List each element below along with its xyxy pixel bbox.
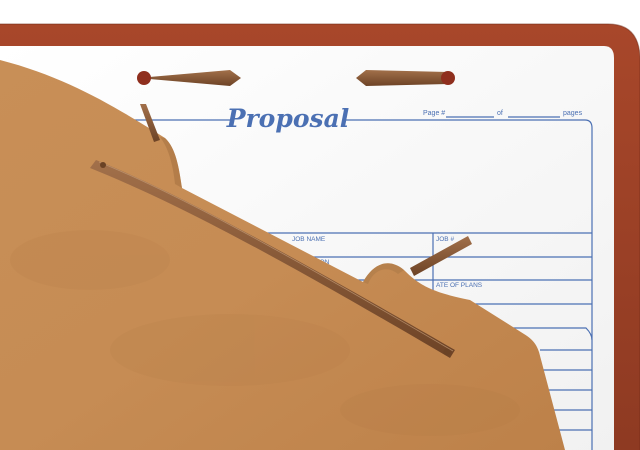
page-number-label: Page # <box>423 110 445 117</box>
folder-illustration: Proposal Page # of pages JOB NAME JOB # … <box>0 23 640 450</box>
top-fastener-right <box>356 70 455 86</box>
pages-label: pages <box>563 110 583 117</box>
date-of-plans-label: ATE OF PLANS <box>436 282 483 289</box>
page-of-label: of <box>497 110 503 117</box>
classification-folder-scene: Proposal Page # of pages JOB NAME JOB # … <box>0 0 640 450</box>
form-title: Proposal <box>226 104 350 133</box>
job-name-label: JOB NAME <box>292 236 326 243</box>
job-number-label: JOB # <box>436 236 454 243</box>
